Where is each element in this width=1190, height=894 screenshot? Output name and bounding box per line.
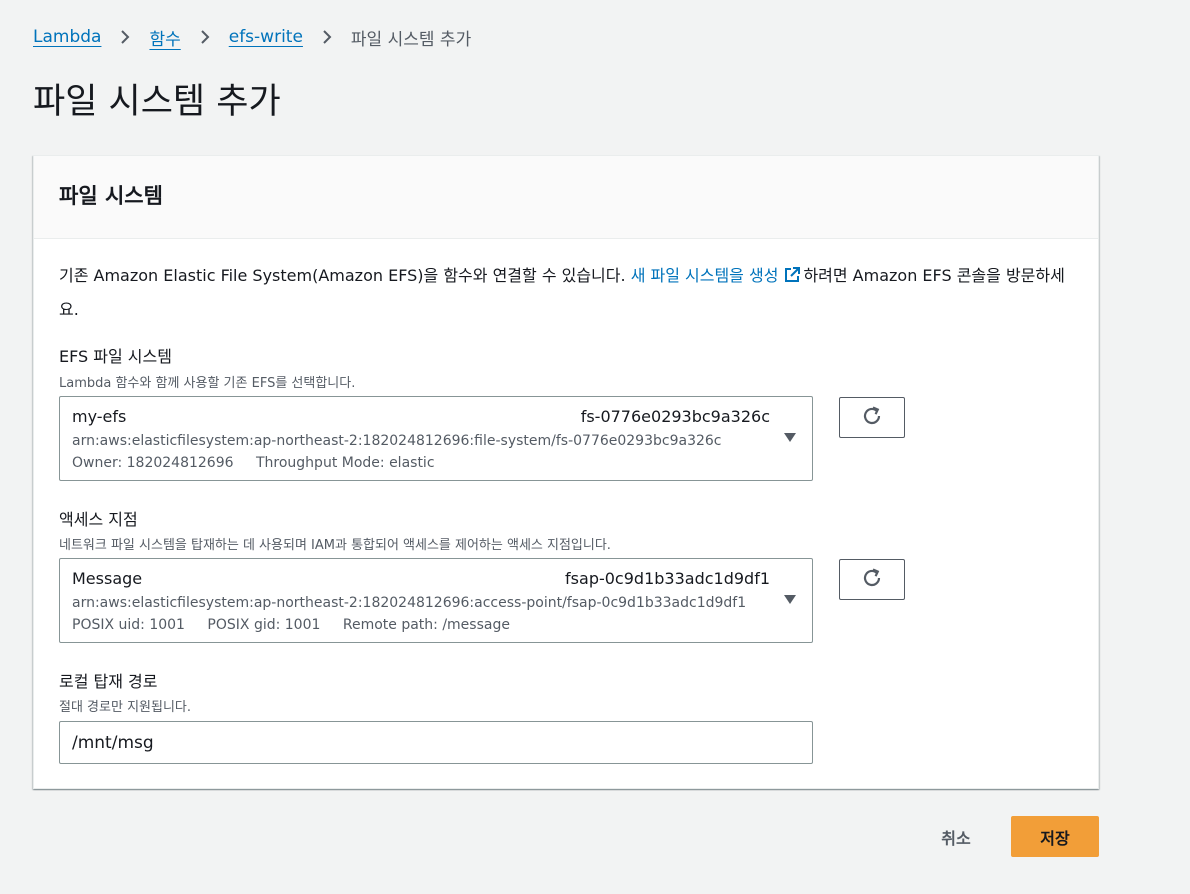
external-link-icon[interactable] [783, 263, 801, 294]
posix-uid: POSIX uid: 1001 [72, 617, 185, 633]
refresh-icon [860, 566, 884, 594]
card-description: 기존 Amazon Elastic File System(Amazon EFS… [59, 260, 1079, 325]
efs-field-hint: Lambda 함수와 함께 사용할 기존 EFS를 선택합니다. [59, 376, 356, 391]
page: Lambda 함수 efs-write 파일 시스템 추가 파일 시스템 추가 … [0, 0, 1190, 894]
breadcrumb-item-efs-write[interactable]: efs-write [229, 27, 303, 47]
access-point-selected-id: fsap-0c9d1b33adc1d9df1 [565, 569, 770, 588]
caret-down-icon [784, 595, 796, 604]
access-point-field-hint: 네트워크 파일 시스템을 탑재하는 데 사용되며 IAM과 통합되어 액세스를 … [59, 538, 611, 553]
refresh-efs-button[interactable] [839, 397, 905, 438]
mount-path-input[interactable] [59, 721, 813, 764]
efs-selected-id: fs-0776e0293bc9a326c [580, 407, 770, 426]
access-point-field-label: 액세스 지점 [59, 510, 138, 529]
breadcrumb: Lambda 함수 efs-write 파일 시스템 추가 [33, 24, 471, 50]
access-point-selected-meta: POSIX uid: 1001 POSIX gid: 1001 Remote p… [72, 617, 528, 633]
breadcrumb-current: 파일 시스템 추가 [350, 29, 472, 50]
efs-selected-name: my-efs [72, 407, 127, 426]
efs-field-label: EFS 파일 시스템 [59, 347, 172, 366]
remote-path: Remote path: /message [342, 617, 510, 633]
page-title: 파일 시스템 추가 [33, 82, 281, 122]
file-system-card: 파일 시스템 기존 Amazon Elastic File System(Ama… [33, 155, 1099, 789]
card-header: 파일 시스템 [34, 156, 1098, 239]
cancel-button[interactable]: 취소 [924, 816, 988, 857]
posix-gid: POSIX gid: 1001 [207, 617, 321, 633]
caret-down-icon [784, 433, 796, 442]
mount-path-field-hint: 절대 경로만 지원됩니다. [59, 700, 191, 715]
breadcrumb-item-lambda[interactable]: Lambda [33, 27, 101, 47]
efs-owner: Owner: 182024812696 [72, 455, 234, 471]
card-title: 파일 시스템 [59, 184, 163, 208]
refresh-access-point-button[interactable] [839, 559, 905, 600]
efs-selected-arn: arn:aws:elasticfilesystem:ap-northeast-2… [72, 433, 722, 449]
efs-throughput: Throughput Mode: elastic [255, 455, 435, 471]
access-point-selected-arn: arn:aws:elasticfilesystem:ap-northeast-2… [72, 595, 747, 611]
mount-path-field-label: 로컬 탑재 경로 [59, 672, 158, 691]
access-point-select[interactable]: Message fsap-0c9d1b33adc1d9df1 arn:aws:e… [59, 558, 813, 643]
efs-file-system-select[interactable]: my-efs fs-0776e0293bc9a326c arn:aws:elas… [59, 396, 813, 481]
chevron-right-icon [198, 28, 212, 46]
refresh-icon [860, 404, 884, 432]
create-file-system-link[interactable]: 새 파일 시스템을 생성 [631, 266, 779, 285]
description-text: 기존 Amazon Elastic File System(Amazon EFS… [59, 266, 631, 285]
access-point-selected-name: Message [72, 569, 143, 588]
chevron-right-icon [320, 28, 334, 46]
efs-selected-meta: Owner: 182024812696 Throughput Mode: ela… [72, 455, 453, 471]
save-button[interactable]: 저장 [1011, 816, 1099, 857]
chevron-right-icon [118, 28, 132, 46]
breadcrumb-item-functions[interactable]: 함수 [149, 25, 180, 50]
